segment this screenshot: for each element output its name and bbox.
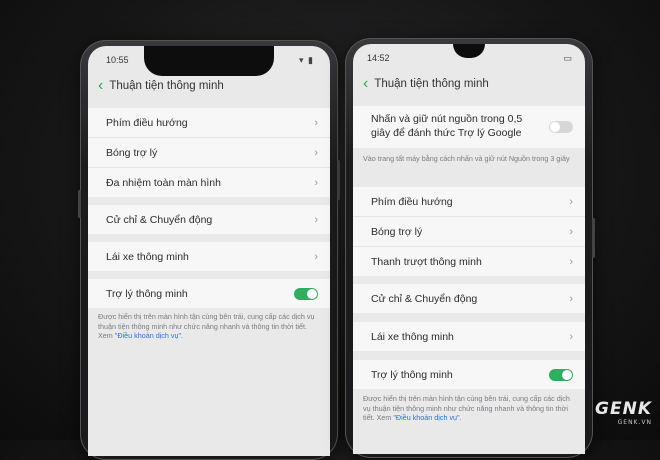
menu-group-1: Phím điều hướng › Bóng trợ lý › Đa nhiệm…: [88, 108, 330, 197]
menu-item-google-assistant[interactable]: Nhấn và giữ nút nguồn trong 0,5 giây để …: [353, 106, 585, 148]
menu-item-smart-assistant[interactable]: Trợ lý thông minh: [88, 279, 330, 308]
chevron-right-icon: ›: [314, 176, 318, 189]
menu-group-gestures: Cử chỉ & Chuyển động ›: [88, 205, 330, 234]
back-arrow-icon[interactable]: ‹: [98, 78, 103, 94]
toggle-knob: [550, 122, 560, 132]
google-assistant-toggle[interactable]: [549, 121, 573, 133]
menu-item-smart-driving[interactable]: Lái xe thông minh ›: [353, 322, 585, 351]
notch: [453, 44, 485, 58]
chevron-right-icon: ›: [314, 116, 318, 129]
menu-item-assistive-ball[interactable]: Bóng trợ lý ›: [353, 217, 585, 247]
menu-item-gestures[interactable]: Cử chỉ & Chuyển động ›: [353, 284, 585, 313]
menu-group-google: Nhấn và giữ nút nguồn trong 0,5 giây để …: [353, 106, 585, 148]
page-title: Thuận tiện thông minh: [109, 80, 224, 92]
menu-group-1: Phím điều hướng › Bóng trợ lý › Thanh tr…: [353, 187, 585, 276]
menu-item-label: Nhấn và giữ nút nguồn trong 0,5 giây để …: [371, 113, 523, 139]
menu-item-label: Lái xe thông minh: [371, 330, 454, 343]
menu-item-fullscreen-multitask[interactable]: Đa nhiệm toàn màn hình ›: [88, 168, 330, 197]
menu-item-label: Đa nhiệm toàn màn hình: [106, 176, 221, 189]
page-title: Thuận tiện thông minh: [374, 78, 489, 90]
chevron-right-icon: ›: [569, 255, 573, 268]
chevron-right-icon: ›: [569, 330, 573, 343]
terms-link[interactable]: "Điều khoản dịch vụ".: [115, 331, 183, 340]
watermark-logo: GENK: [595, 399, 652, 419]
header: ‹ Thuận tiện thông minh: [88, 78, 330, 94]
menu-item-label: Trợ lý thông minh: [106, 287, 188, 300]
menu-item-navigation-keys[interactable]: Phím điều hướng ›: [88, 108, 330, 138]
menu-group-gestures: Cử chỉ & Chuyển động ›: [353, 284, 585, 313]
notch: [144, 46, 274, 76]
toggle-knob: [562, 369, 572, 380]
status-time: 10:55: [106, 55, 129, 65]
terms-link[interactable]: "Điều khoản dịch vụ".: [393, 413, 461, 422]
assistant-toggle[interactable]: [294, 287, 318, 300]
watermark: GENK GENK.VN: [595, 399, 652, 426]
watermark-site: GENK.VN: [617, 419, 652, 426]
menu-item-navigation-keys[interactable]: Phím điều hướng ›: [353, 187, 585, 217]
back-arrow-icon[interactable]: ‹: [363, 76, 368, 92]
chevron-right-icon: ›: [314, 213, 318, 226]
menu-group-assistant: Trợ lý thông minh: [353, 360, 585, 389]
menu-item-label: Cử chỉ & Chuyển động: [371, 292, 478, 305]
menu-item-smart-sidebar[interactable]: Thanh trượt thông minh ›: [353, 247, 585, 276]
toggle-knob: [307, 288, 317, 299]
assistant-toggle[interactable]: [549, 368, 573, 381]
power-button: [592, 218, 595, 258]
menu-item-label: Thanh trượt thông minh: [371, 255, 482, 268]
right-phone: 14:52 ▭ ‹ Thuận tiện thông minh Nhấn và …: [345, 38, 595, 458]
google-note: Vào trang tất máy bằng cách nhấn và giữ …: [363, 154, 570, 163]
header: ‹ Thuận tiện thông minh: [353, 76, 585, 92]
menu-item-label: Phím điều hướng: [106, 116, 188, 129]
menu-group-driving: Lái xe thông minh ›: [353, 322, 585, 351]
status-time: 14:52: [367, 53, 390, 63]
menu-item-label: Phím điều hướng: [371, 195, 453, 208]
chevron-right-icon: ›: [569, 292, 573, 305]
assistant-note: Được hiển thị trên màn hình tận cùng bên…: [363, 394, 575, 423]
chevron-right-icon: ›: [569, 225, 573, 238]
menu-item-assistive-ball[interactable]: Bóng trợ lý ›: [88, 138, 330, 168]
assistant-note: Được hiển thị trên màn hình tận cùng bên…: [98, 312, 320, 341]
menu-group-assistant: Trợ lý thông minh: [88, 279, 330, 308]
menu-group-driving: Lái xe thông minh ›: [88, 242, 330, 271]
menu-item-label: Lái xe thông minh: [106, 250, 189, 263]
chevron-right-icon: ›: [569, 195, 573, 208]
chevron-right-icon: ›: [314, 146, 318, 159]
chevron-right-icon: ›: [314, 250, 318, 263]
status-icons: ▭: [563, 53, 573, 63]
left-screen: 10:55 ▾ ▮ ‹ Thuận tiện thông minh Phím đ…: [88, 46, 330, 456]
menu-item-label: Trợ lý thông minh: [371, 368, 453, 381]
power-button: [337, 160, 340, 200]
volume-button: [78, 190, 81, 218]
menu-item-label: Bóng trợ lý: [371, 225, 423, 238]
menu-item-label: Bóng trợ lý: [106, 146, 158, 159]
menu-item-smart-driving[interactable]: Lái xe thông minh ›: [88, 242, 330, 271]
status-icons: ▾ ▮: [299, 55, 314, 65]
right-screen: 14:52 ▭ ‹ Thuận tiện thông minh Nhấn và …: [353, 44, 585, 454]
menu-item-gestures[interactable]: Cử chỉ & Chuyển động ›: [88, 205, 330, 234]
left-phone: 10:55 ▾ ▮ ‹ Thuận tiện thông minh Phím đ…: [78, 40, 340, 460]
menu-item-label: Cử chỉ & Chuyển động: [106, 213, 213, 226]
menu-item-smart-assistant[interactable]: Trợ lý thông minh: [353, 360, 585, 389]
